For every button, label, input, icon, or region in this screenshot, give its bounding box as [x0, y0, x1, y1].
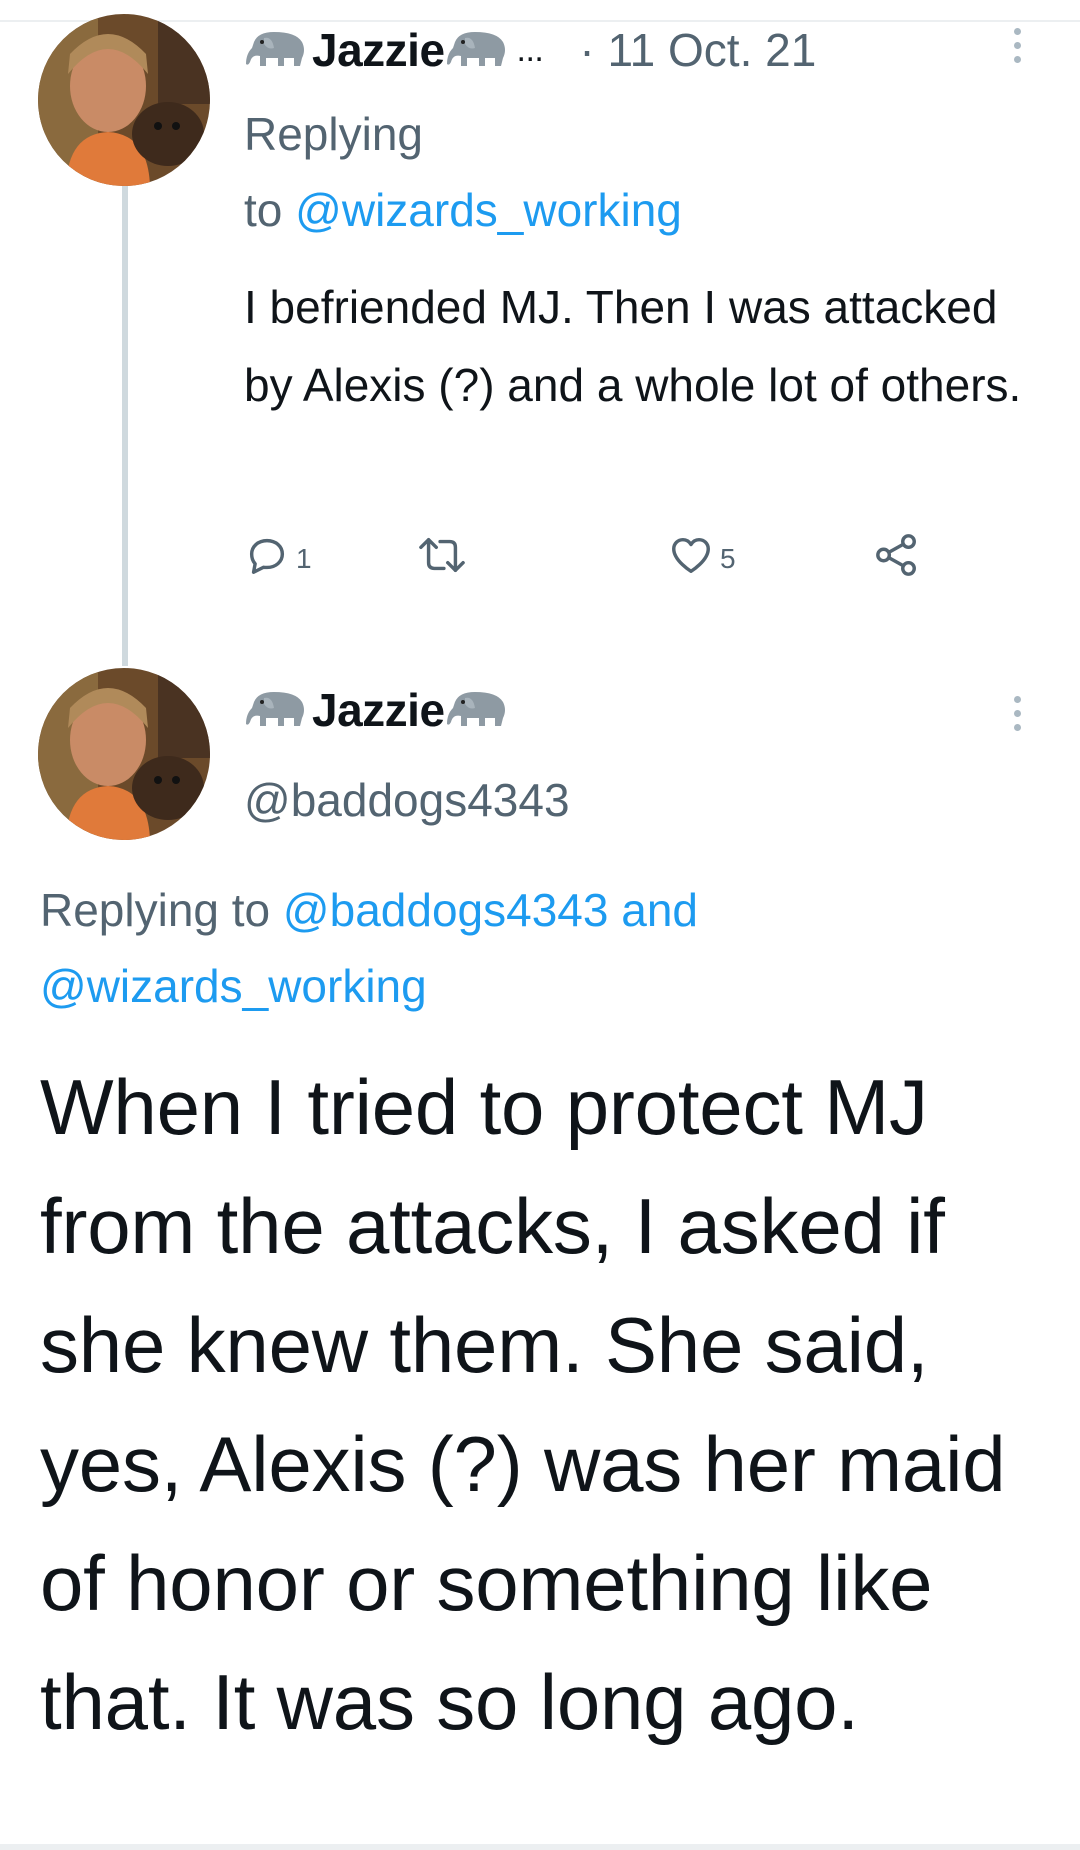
like-count: 5	[720, 542, 736, 574]
retweet-icon	[416, 532, 468, 585]
tweet1-header: Jazzie ... · 11 Oct. 21	[244, 18, 816, 82]
tweet-text: When I tried to protect MJ from the atta…	[40, 1063, 1006, 1746]
user-handle[interactable]: @baddogs4343	[244, 762, 570, 838]
reply-button[interactable]: 1	[244, 532, 312, 585]
reply-count: 1	[296, 542, 312, 574]
avatar[interactable]	[38, 14, 210, 186]
more-options-icon[interactable]	[1010, 28, 1024, 63]
retweet-button[interactable]	[416, 532, 468, 585]
elephant-icon	[445, 28, 513, 73]
replying-label: Replying	[244, 108, 423, 160]
replying-to-prefix: Replying to	[40, 884, 271, 936]
share-icon	[874, 532, 920, 585]
name-truncation: ...	[516, 30, 544, 69]
reply-icon	[244, 532, 290, 585]
mention-link[interactable]: @baddogs4343	[283, 884, 609, 936]
display-name[interactable]: Jazzie	[312, 23, 445, 77]
like-button[interactable]: 5	[668, 532, 736, 585]
display-name[interactable]: Jazzie	[312, 683, 445, 737]
tweet2-header: Jazzie	[244, 678, 513, 742]
avatar[interactable]	[38, 668, 210, 840]
replying-and: and	[621, 884, 698, 936]
bottom-divider	[0, 1844, 1080, 1850]
replying-to-line: to @wizards_working	[244, 172, 682, 248]
share-button[interactable]	[874, 532, 920, 585]
tweet-text: I befriended MJ. Then I was attacked by …	[244, 281, 1022, 411]
more-options-icon[interactable]	[1010, 696, 1024, 731]
elephant-icon	[244, 28, 312, 73]
tweet-actions: 1 5	[244, 532, 944, 592]
mention-link[interactable]: @wizards_working	[295, 184, 682, 236]
elephant-icon	[244, 688, 312, 733]
mention-link[interactable]: @wizards_working	[40, 960, 427, 1012]
tweet-date[interactable]: · 11 Oct. 21	[579, 23, 816, 77]
elephant-icon	[445, 688, 513, 733]
thread-line	[122, 186, 128, 666]
replying-to-prefix: to	[244, 184, 283, 236]
heart-icon	[668, 532, 714, 585]
replying-to-block: Replying to @baddogs4343 and @wizards_wo…	[40, 872, 1040, 1024]
